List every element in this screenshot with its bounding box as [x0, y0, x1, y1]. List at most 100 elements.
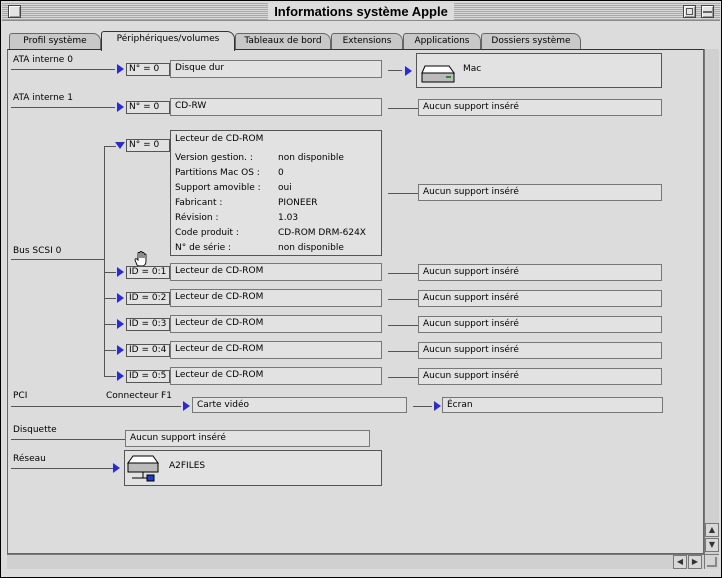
media-field: Aucun support inséré: [418, 290, 662, 307]
detail-key: Partitions Mac OS :: [175, 168, 260, 178]
tab-extensions[interactable]: Extensions: [331, 33, 403, 50]
detail-value: PIONEER: [278, 198, 318, 208]
tree-line: [104, 146, 105, 377]
device-field: Lecteur de CD-ROM: [170, 341, 382, 359]
tree-line: [388, 377, 418, 378]
volume-name: A2FILES: [169, 461, 206, 471]
device-tree-panel: ATA interne 0 N° = 0 Disque dur Mac ATA …: [7, 49, 704, 554]
disclosure-triangle-icon[interactable]: [117, 293, 124, 303]
tab-label: Tableaux de bord: [244, 36, 322, 46]
tree-line: [388, 273, 418, 274]
vertical-scrollbar[interactable]: ▲ ▼: [704, 49, 719, 554]
volume-box-mac[interactable]: Mac: [416, 53, 662, 88]
tree-line: [104, 350, 116, 351]
media-field: Aucun support inséré: [418, 264, 662, 281]
zoom-box[interactable]: [683, 5, 696, 18]
system-info-window: Informations système Apple Profil systèm…: [0, 0, 722, 578]
disclosure-triangle-icon[interactable]: [405, 66, 412, 76]
network-volume-box[interactable]: A2FILES: [124, 450, 382, 486]
media-field: Aucun support inséré: [125, 430, 370, 447]
tree-line: [388, 193, 418, 194]
bus-label-floppy: Disquette: [13, 425, 57, 435]
device-id-box: N° = 0: [126, 101, 170, 114]
tab-bar: Profil système Périphériques/volumes Tab…: [7, 31, 707, 51]
disclosure-triangle-icon[interactable]: [117, 267, 124, 277]
device-id-box: N° = 0: [126, 139, 170, 152]
window-title-text: Informations système Apple: [268, 3, 454, 20]
detail-value: 1.03: [278, 213, 299, 223]
device-field-ecran: Écran: [442, 397, 663, 413]
media-field: Aucun support inséré: [418, 99, 662, 116]
device-field: Lecteur de CD-ROM: [170, 315, 382, 333]
detail-value: non disponible: [278, 243, 344, 253]
tree-line: [388, 325, 418, 326]
detail-key: N° de série :: [175, 243, 232, 253]
tab-dossiers-systeme[interactable]: Dossiers système: [481, 33, 581, 50]
device-field: Lecteur de CD-ROM: [170, 367, 382, 385]
tree-line: [388, 108, 418, 109]
device-id-box: ID = 0:3: [126, 318, 170, 331]
resize-grow-box[interactable]: [704, 554, 719, 569]
detail-key: Support amovible :: [175, 183, 261, 193]
disclosure-triangle-icon[interactable]: [117, 345, 124, 355]
device-detail-panel: Lecteur de CD-ROM Version gestion. : non …: [170, 130, 382, 256]
tree-line: [388, 70, 402, 71]
horizontal-scrollbar[interactable]: ◀ ▶: [7, 554, 704, 569]
media-field: Aucun support inséré: [418, 368, 662, 385]
hard-drive-icon: [421, 65, 455, 83]
disclosure-triangle-icon[interactable]: [113, 463, 120, 473]
media-field: Aucun support inséré: [418, 184, 662, 201]
disclosure-triangle-icon[interactable]: [183, 401, 190, 411]
scroll-right-arrow-icon[interactable]: ▶: [688, 555, 702, 569]
detail-value: CD-ROM DRM-624X: [278, 228, 366, 238]
tab-label: Profil système: [23, 36, 87, 46]
tree-line: [11, 468, 113, 469]
tree-line: [11, 69, 115, 70]
tab-label: Dossiers système: [491, 36, 571, 46]
tree-line: [104, 272, 116, 273]
scroll-up-arrow-icon[interactable]: ▲: [705, 523, 719, 537]
tree-line: [413, 406, 432, 407]
disclosure-triangle-icon[interactable]: [117, 319, 124, 329]
media-field: Aucun support inséré: [418, 316, 662, 333]
device-field-disque-dur: Disque dur: [170, 60, 382, 78]
device-id-box: ID = 0:2: [126, 292, 170, 305]
detail-key: Fabricant :: [175, 198, 223, 208]
pci-slot-label: Connecteur F1: [106, 391, 172, 401]
tab-profil-systeme[interactable]: Profil système: [9, 33, 101, 50]
tab-label: Applications: [414, 36, 470, 46]
scroll-down-arrow-icon[interactable]: ▼: [705, 538, 719, 552]
title-bar[interactable]: Informations système Apple: [2, 2, 720, 21]
device-id-box: ID = 0:4: [126, 344, 170, 357]
tree-line: [104, 324, 116, 325]
bus-label-pci: PCI: [13, 391, 28, 401]
detail-value: oui: [278, 183, 292, 193]
disclosure-triangle-icon[interactable]: [117, 102, 124, 112]
device-field-carte-video: Carte vidéo: [192, 397, 407, 413]
tree-line: [11, 107, 115, 108]
network-volume-icon: [127, 455, 159, 482]
device-id-box: ID = 0:5: [126, 370, 170, 383]
detail-key: Révision :: [175, 213, 219, 223]
disclosure-triangle-icon[interactable]: [117, 64, 124, 74]
detail-value: non disponible: [278, 153, 344, 163]
tree-line: [11, 439, 125, 440]
tree-line: [11, 406, 181, 407]
tab-peripheriques-volumes[interactable]: Périphériques/volumes: [101, 31, 235, 51]
collapse-box[interactable]: [701, 5, 714, 18]
tab-label: Extensions: [342, 36, 392, 46]
scroll-left-arrow-icon[interactable]: ◀: [673, 555, 687, 569]
bus-label-ata0: ATA interne 0: [13, 55, 73, 65]
device-id-box: N° = 0: [126, 63, 170, 76]
tab-tableaux-de-bord[interactable]: Tableaux de bord: [235, 33, 331, 50]
disclosure-triangle-open-icon[interactable]: [115, 142, 125, 149]
tab-applications[interactable]: Applications: [403, 33, 481, 50]
device-id-box: ID = 0:1: [126, 266, 170, 279]
window-title: Informations système Apple: [2, 3, 720, 20]
volume-name: Mac: [463, 64, 482, 74]
detail-value: 0: [278, 168, 284, 178]
disclosure-triangle-icon[interactable]: [434, 401, 441, 411]
media-field: Aucun support inséré: [418, 342, 662, 359]
device-field-cd-rw: CD-RW: [170, 98, 382, 116]
disclosure-triangle-icon[interactable]: [117, 371, 124, 381]
